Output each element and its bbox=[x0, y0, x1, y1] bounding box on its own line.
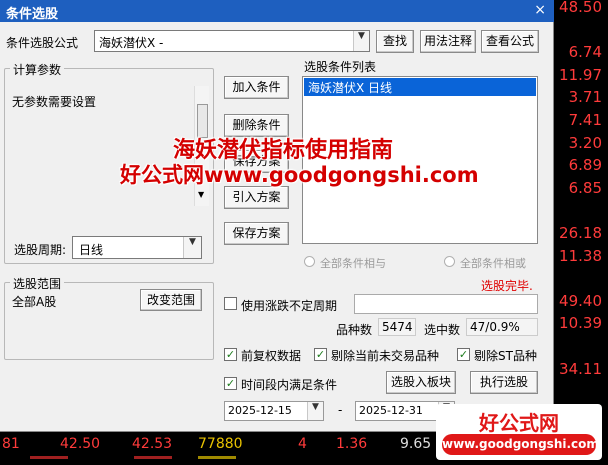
quote-cell: 42.50 bbox=[60, 436, 101, 452]
and-radio[interactable] bbox=[304, 256, 315, 267]
usage-notes-button[interactable]: 用法注释 bbox=[420, 30, 476, 53]
find-button[interactable]: 查找 bbox=[376, 30, 414, 53]
exclude-no-trade-label: 剔除当前未交易品种 bbox=[331, 349, 440, 363]
site-logo: 好公式网 www.goodgongshi.com bbox=[436, 404, 602, 460]
formula-value: 海妖潜伏X - bbox=[99, 36, 164, 50]
period-label: 选股周期: bbox=[14, 243, 67, 257]
quote-cell: 4 bbox=[298, 436, 307, 452]
total-count-label: 品种数 bbox=[336, 323, 373, 337]
adjust-checkbox[interactable]: ✓ bbox=[224, 348, 237, 361]
quote-cell: 9.65 bbox=[400, 436, 432, 452]
price-cell: 11.97 bbox=[559, 65, 602, 84]
watermark-site: 好公式网www.goodgongshi.com bbox=[120, 163, 479, 187]
logo-url: www.goodgongshi.com bbox=[442, 434, 599, 455]
condition-stock-picker-dialog: 条件选股 × 条件选股公式 海妖潜伏X - ▼ 查找 用法注释 查看公式 计算参… bbox=[0, 0, 554, 432]
period-select[interactable]: 日线 ▼ bbox=[72, 236, 202, 259]
condition-list-label: 选股条件列表 bbox=[304, 60, 377, 74]
price-cell: 7.41 bbox=[568, 111, 602, 129]
time-range-label: 时间段内满足条件 bbox=[241, 378, 338, 392]
end-date: 2025-12-31 bbox=[359, 404, 423, 417]
range-group-label: 选股范围 bbox=[10, 275, 65, 292]
or-radio-label: 全部条件相或 bbox=[460, 257, 526, 270]
start-date-picker[interactable]: 2025-12-15 ▼ bbox=[224, 401, 324, 421]
or-radio[interactable] bbox=[444, 256, 455, 267]
total-count: 5474 bbox=[378, 318, 416, 336]
add-condition-button[interactable]: 加入条件 bbox=[224, 76, 289, 99]
variable-period-label: 使用涨跌不定周期 bbox=[241, 299, 338, 313]
condition-list-item[interactable]: 海妖潜伏X 日线 bbox=[304, 78, 536, 96]
variable-period-checkbox[interactable] bbox=[224, 297, 237, 310]
window-title: 条件选股 bbox=[6, 7, 59, 22]
exclude-st-label: 剔除ST品种 bbox=[474, 349, 537, 363]
adjust-label: 前复权数据 bbox=[241, 349, 302, 363]
exclude-no-trade-checkbox[interactable]: ✓ bbox=[314, 348, 327, 361]
chevron-down-icon[interactable]: ▼ bbox=[307, 402, 323, 420]
formula-select[interactable]: 海妖潜伏X - ▼ bbox=[94, 30, 370, 52]
price-cell: 3.71 bbox=[568, 88, 602, 107]
price-cell: 26.18 bbox=[559, 224, 602, 242]
status-text: 选股完毕. bbox=[481, 279, 533, 293]
price-cell: 34.11 bbox=[559, 359, 602, 378]
date-separator: - bbox=[338, 403, 343, 417]
chevron-down-icon[interactable]: ▼ bbox=[353, 31, 369, 51]
quote-cell: 42.53 bbox=[132, 436, 173, 452]
time-range-checkbox[interactable]: ✓ bbox=[224, 377, 237, 390]
logo-title: 好公式网 bbox=[479, 411, 559, 435]
variable-period-input[interactable] bbox=[354, 294, 538, 314]
quote-cell: 77880 bbox=[198, 436, 243, 452]
price-cell: 11.38 bbox=[559, 246, 602, 265]
price-cell: 49.40 bbox=[559, 291, 602, 310]
price-cell: 6.85 bbox=[568, 178, 602, 197]
selected-count: 47/0.9% bbox=[466, 318, 538, 336]
save-plan-button[interactable]: 保存方案 bbox=[224, 222, 289, 245]
price-cell: 48.50 bbox=[559, 0, 602, 16]
change-range-button[interactable]: 改变范围 bbox=[140, 289, 202, 311]
price-cell: 6.74 bbox=[568, 43, 602, 62]
price-cell: 10.39 bbox=[559, 314, 602, 333]
start-date: 2025-12-15 bbox=[228, 404, 292, 417]
and-radio-label: 全部条件相与 bbox=[320, 257, 386, 270]
chevron-down-icon[interactable]: ▼ bbox=[183, 237, 201, 258]
execute-button[interactable]: 执行选股 bbox=[470, 371, 538, 394]
quote-cell: 1.36 bbox=[336, 436, 368, 452]
quote-cell: 81 bbox=[2, 436, 20, 452]
title-bar: 条件选股 × bbox=[0, 0, 554, 22]
price-cell: 6.89 bbox=[568, 156, 602, 175]
formula-label: 条件选股公式 bbox=[6, 36, 79, 50]
close-icon[interactable]: × bbox=[534, 2, 546, 18]
import-plan-button[interactable]: 引入方案 bbox=[224, 186, 289, 209]
period-value: 日线 bbox=[79, 243, 104, 257]
add-to-board-button[interactable]: 选股入板块 bbox=[386, 371, 456, 394]
params-text: 无参数需要设置 bbox=[12, 95, 97, 109]
range-value: 全部A股 bbox=[12, 295, 57, 309]
params-group-label: 计算参数 bbox=[10, 61, 65, 78]
price-cell: 3.20 bbox=[568, 133, 602, 152]
exclude-st-checkbox[interactable]: ✓ bbox=[457, 348, 470, 361]
scroll-down-icon[interactable]: ▼ bbox=[198, 190, 204, 199]
selected-count-label: 选中数 bbox=[424, 323, 461, 337]
view-formula-button[interactable]: 查看公式 bbox=[481, 30, 539, 53]
